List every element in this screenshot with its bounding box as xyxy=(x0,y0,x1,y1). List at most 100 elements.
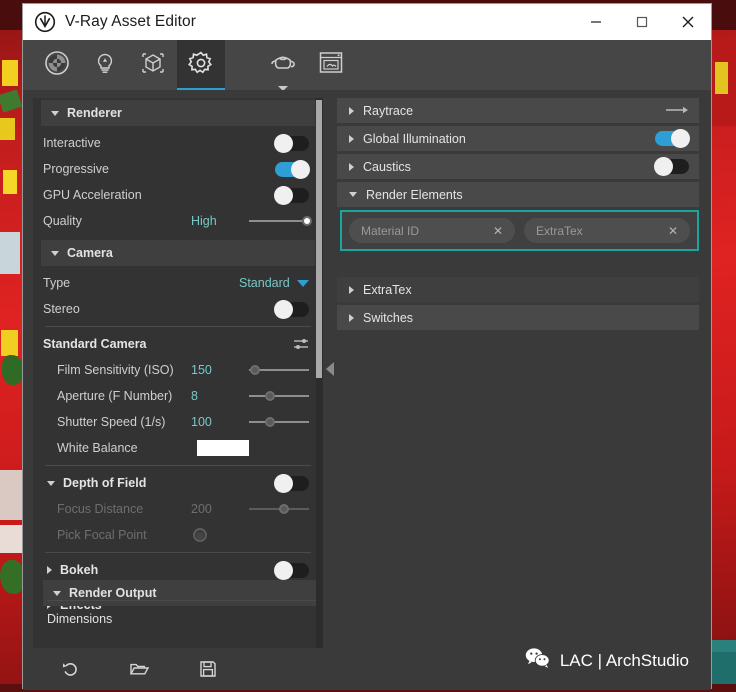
toggle-knob xyxy=(274,133,293,153)
backdrop-shape xyxy=(0,560,24,594)
settings-scroll-area[interactable]: Renderer Interactive Progressive GPU Acc… xyxy=(33,98,323,648)
row-gpu-acceleration[interactable]: GPU Acceleration xyxy=(33,182,323,208)
row-quality[interactable]: Quality High xyxy=(33,208,323,234)
chevron-left-icon[interactable] xyxy=(326,362,334,376)
slider-handle[interactable] xyxy=(250,365,261,375)
row-dimensions[interactable]: Dimensions xyxy=(43,606,323,632)
row-shutter-speed[interactable]: Shutter Speed (1/s) 100 xyxy=(33,409,323,435)
render-elements-list[interactable]: Material ID ✕ ExtraTex ✕ xyxy=(340,210,699,251)
row-progressive[interactable]: Progressive xyxy=(33,156,323,182)
row-aperture[interactable]: Aperture (F Number) 8 xyxy=(33,383,323,409)
label-gpu-acceleration: GPU Acceleration xyxy=(43,188,142,202)
close-icon[interactable]: ✕ xyxy=(668,224,678,238)
backdrop-shape xyxy=(715,62,728,94)
toolbar-lights-button[interactable] xyxy=(81,40,129,90)
toolbar-materials-button[interactable] xyxy=(33,40,81,90)
toggle-knob xyxy=(654,157,673,176)
label-camera-type: Type xyxy=(43,276,71,290)
slider-handle[interactable] xyxy=(264,417,275,427)
row-interactive[interactable]: Interactive xyxy=(33,130,323,156)
toolbar-render-preview-button[interactable] xyxy=(259,40,307,91)
section-global-illumination[interactable]: Global Illumination xyxy=(337,126,699,151)
section-switches[interactable]: Switches xyxy=(337,305,699,330)
section-camera[interactable]: Camera xyxy=(41,240,315,266)
gpu-acceleration-toggle[interactable] xyxy=(274,185,309,205)
row-stereo[interactable]: Stereo xyxy=(33,296,323,322)
save-button[interactable] xyxy=(199,660,217,678)
section-caustics[interactable]: Caustics xyxy=(337,154,699,179)
close-button[interactable] xyxy=(665,4,711,40)
chevron-right-icon xyxy=(349,313,354,322)
shutter-speed-slider[interactable] xyxy=(249,415,309,429)
slider-handle[interactable] xyxy=(301,216,312,226)
label-progressive: Progressive xyxy=(43,162,109,176)
stereo-toggle[interactable] xyxy=(274,299,309,319)
global-illumination-toggle[interactable] xyxy=(655,129,690,148)
divider xyxy=(45,465,311,466)
backdrop-shape xyxy=(0,470,22,520)
label-aperture: Aperture (F Number) xyxy=(57,389,173,403)
arrow-right-icon[interactable] xyxy=(665,104,689,118)
row-camera-type[interactable]: Type Standard xyxy=(33,270,323,296)
white-balance-swatch[interactable] xyxy=(197,440,249,456)
row-white-balance[interactable]: White Balance xyxy=(33,435,323,461)
caustics-toggle[interactable] xyxy=(654,157,689,176)
section-render-elements[interactable]: Render Elements xyxy=(337,182,699,207)
maximize-button[interactable] xyxy=(619,4,665,40)
render-element-chip-extratex[interactable]: ExtraTex ✕ xyxy=(524,218,690,243)
depth-of-field-toggle[interactable] xyxy=(274,473,309,493)
aperture-slider[interactable] xyxy=(249,389,309,403)
chevron-down-icon xyxy=(53,590,61,596)
chip-label: ExtraTex xyxy=(536,223,583,238)
interactive-toggle[interactable] xyxy=(274,133,309,153)
panel-splitter[interactable] xyxy=(323,90,337,648)
render-settings-right-panel: Raytrace Global Illumination Caustics Re… xyxy=(337,90,711,648)
row-film-sensitivity[interactable]: Film Sensitivity (ISO) 150 xyxy=(33,357,323,383)
section-raytrace[interactable]: Raytrace xyxy=(337,98,699,123)
revert-button[interactable] xyxy=(61,660,79,678)
camera-type-value: Standard xyxy=(239,276,290,290)
bokeh-toggle[interactable] xyxy=(274,560,309,580)
render-element-chip-material-id[interactable]: Material ID ✕ xyxy=(349,218,515,243)
row-depth-of-field[interactable]: Depth of Field xyxy=(33,470,323,496)
wechat-icon xyxy=(525,647,551,674)
label-bokeh: Bokeh xyxy=(60,563,99,577)
frame-buffer-icon xyxy=(317,50,345,81)
toggle-knob xyxy=(274,473,293,493)
vray-logo-icon xyxy=(34,11,56,33)
backdrop-shape xyxy=(0,118,15,140)
section-renderer-label: Renderer xyxy=(67,106,122,120)
minimize-button[interactable] xyxy=(573,4,619,40)
chevron-right-icon xyxy=(349,106,354,115)
sliders-icon[interactable] xyxy=(293,337,309,351)
film-sensitivity-slider[interactable] xyxy=(249,363,309,377)
chevron-right-icon xyxy=(47,566,52,574)
divider xyxy=(45,326,311,327)
slider-handle[interactable] xyxy=(264,391,275,401)
open-button[interactable] xyxy=(129,660,149,678)
toolbar-settings-button[interactable] xyxy=(177,40,225,90)
label-standard-camera: Standard Camera xyxy=(43,337,147,351)
toolbar-render-frame-button[interactable] xyxy=(307,40,355,90)
label-quality: Quality xyxy=(43,214,82,228)
toggle-knob xyxy=(274,299,293,319)
quality-slider[interactable] xyxy=(249,214,312,228)
scrollbar-thumb[interactable] xyxy=(316,100,322,378)
close-icon[interactable]: ✕ xyxy=(493,224,503,238)
label-film-sensitivity: Film Sensitivity (ISO) xyxy=(57,363,174,377)
slider-handle xyxy=(279,504,289,514)
divider xyxy=(47,600,323,601)
gear-icon xyxy=(186,48,216,83)
chevron-down-icon[interactable] xyxy=(297,279,309,287)
section-raytrace-label: Raytrace xyxy=(363,103,414,118)
quality-value: High xyxy=(191,214,217,228)
section-render-output-label: Render Output xyxy=(69,586,157,600)
progressive-toggle[interactable] xyxy=(275,159,310,179)
scrollbar-track[interactable] xyxy=(316,98,323,648)
section-renderer[interactable]: Renderer xyxy=(41,100,315,126)
toolbar-geometry-button[interactable] xyxy=(129,40,177,90)
toggle-knob xyxy=(291,159,310,179)
chevron-right-icon xyxy=(349,134,354,143)
chevron-right-icon xyxy=(349,162,354,171)
section-extratex[interactable]: ExtraTex xyxy=(337,277,699,302)
